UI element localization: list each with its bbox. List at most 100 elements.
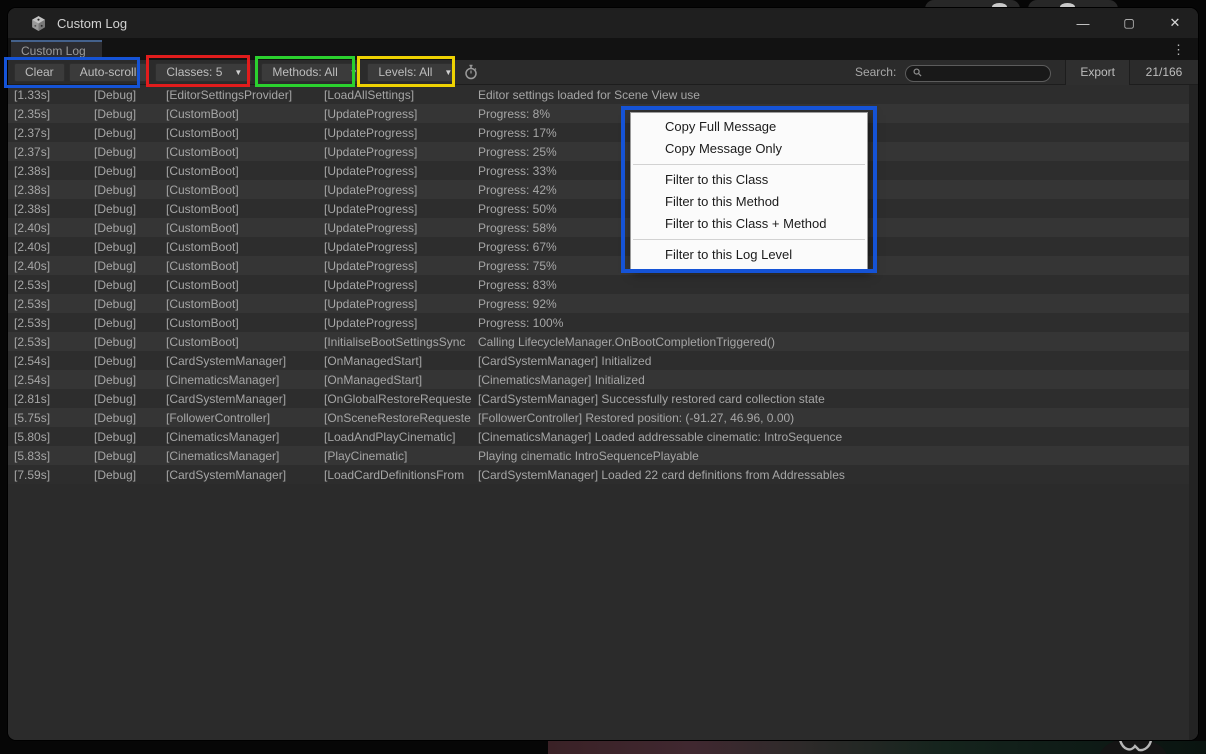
- log-message: [CinematicsManager] Loaded addressable c…: [474, 430, 1189, 444]
- log-class: [FollowerController]: [166, 411, 324, 425]
- search-input[interactable]: [905, 65, 1051, 82]
- search-field-wrap: [905, 64, 1051, 81]
- menu-item-copy-full-message[interactable]: Copy Full Message: [631, 116, 867, 138]
- log-level: [Debug]: [94, 449, 166, 463]
- log-timestamp: [2.35s]: [8, 107, 94, 121]
- title-bar[interactable]: Custom Log — ▢ ✕: [8, 8, 1198, 38]
- menu-item-filter-to-this-log-level[interactable]: Filter to this Log Level: [631, 244, 867, 266]
- overflow-menu-icon[interactable]: ⋮: [1172, 42, 1185, 58]
- log-method: [OnManagedStart]: [324, 354, 474, 368]
- log-method: [UpdateProgress]: [324, 164, 474, 178]
- log-timestamp: [5.75s]: [8, 411, 94, 425]
- log-row[interactable]: [2.40s] [Debug] [CustomBoot] [UpdateProg…: [8, 218, 1189, 237]
- minimize-button[interactable]: —: [1060, 8, 1106, 38]
- maximize-button[interactable]: ▢: [1106, 8, 1152, 38]
- stopwatch-icon[interactable]: [463, 64, 479, 80]
- log-row[interactable]: [2.35s] [Debug] [CustomBoot] [UpdateProg…: [8, 104, 1189, 123]
- menu-item-filter-to-this-class[interactable]: Filter to this Class: [631, 169, 867, 191]
- log-row[interactable]: [2.54s] [Debug] [CardSystemManager] [OnM…: [8, 351, 1189, 370]
- classes-filter-label: Classes: 5: [166, 65, 222, 79]
- log-class: [EditorSettingsProvider]: [166, 88, 324, 102]
- log-row[interactable]: [2.81s] [Debug] [CardSystemManager] [OnG…: [8, 389, 1189, 408]
- close-button[interactable]: ✕: [1152, 8, 1198, 38]
- log-class: [CardSystemManager]: [166, 392, 324, 406]
- menu-separator: [633, 239, 865, 240]
- log-method: [UpdateProgress]: [324, 297, 474, 311]
- tab-custom-log[interactable]: Custom Log: [11, 40, 102, 60]
- methods-filter-dropdown[interactable]: Methods: All ▼: [261, 63, 359, 82]
- search-label: Search:: [855, 65, 896, 79]
- log-row[interactable]: [1.33s] [Debug] [EditorSettingsProvider]…: [8, 85, 1189, 104]
- search-group: Search: Export 21/166: [855, 60, 1198, 85]
- log-row[interactable]: [5.80s] [Debug] [CinematicsManager] [Loa…: [8, 427, 1189, 446]
- log-message: [CardSystemManager] Loaded 22 card defin…: [474, 468, 1189, 482]
- log-timestamp: [2.54s]: [8, 373, 94, 387]
- log-row[interactable]: [5.83s] [Debug] [CinematicsManager] [Pla…: [8, 446, 1189, 465]
- log-level: [Debug]: [94, 145, 166, 159]
- log-level: [Debug]: [94, 411, 166, 425]
- log-row[interactable]: [2.53s] [Debug] [CustomBoot] [UpdateProg…: [8, 313, 1189, 332]
- log-class: [CinematicsManager]: [166, 449, 324, 463]
- log-message: Progress: 100%: [474, 316, 1189, 330]
- log-row[interactable]: [2.38s] [Debug] [CustomBoot] [UpdateProg…: [8, 161, 1189, 180]
- log-class: [CustomBoot]: [166, 297, 324, 311]
- context-menu: Copy Full MessageCopy Message Only Filter…: [630, 112, 868, 270]
- menu-item-filter-to-this-method[interactable]: Filter to this Method: [631, 191, 867, 213]
- log-timestamp: [5.83s]: [8, 449, 94, 463]
- log-class: [CustomBoot]: [166, 335, 324, 349]
- log-row[interactable]: [2.37s] [Debug] [CustomBoot] [UpdateProg…: [8, 142, 1189, 161]
- log-level: [Debug]: [94, 88, 166, 102]
- log-class: [CustomBoot]: [166, 107, 324, 121]
- scrollbar[interactable]: [1189, 85, 1198, 740]
- menu-item-filter-to-this-class-method[interactable]: Filter to this Class + Method: [631, 213, 867, 235]
- log-list[interactable]: [1.33s] [Debug] [EditorSettingsProvider]…: [8, 85, 1189, 740]
- log-level: [Debug]: [94, 316, 166, 330]
- menu-item-copy-message-only[interactable]: Copy Message Only: [631, 138, 867, 160]
- log-level: [Debug]: [94, 354, 166, 368]
- log-level: [Debug]: [94, 221, 166, 235]
- log-class: [CinematicsManager]: [166, 430, 324, 444]
- log-class: [CustomBoot]: [166, 202, 324, 216]
- log-row[interactable]: [2.53s] [Debug] [CustomBoot] [Initialise…: [8, 332, 1189, 351]
- log-class: [CustomBoot]: [166, 316, 324, 330]
- log-timestamp: [2.53s]: [8, 278, 94, 292]
- log-timestamp: [2.37s]: [8, 126, 94, 140]
- log-row[interactable]: [2.38s] [Debug] [CustomBoot] [UpdateProg…: [8, 199, 1189, 218]
- log-method: [LoadAndPlayCinematic]: [324, 430, 474, 444]
- log-row[interactable]: [2.54s] [Debug] [CinematicsManager] [OnM…: [8, 370, 1189, 389]
- levels-filter-dropdown[interactable]: Levels: All ▼: [367, 63, 456, 82]
- log-method: [UpdateProgress]: [324, 126, 474, 140]
- log-timestamp: [2.53s]: [8, 316, 94, 330]
- log-method: [UpdateProgress]: [324, 145, 474, 159]
- log-row[interactable]: [2.53s] [Debug] [CustomBoot] [UpdateProg…: [8, 275, 1189, 294]
- log-level: [Debug]: [94, 373, 166, 387]
- log-message: Progress: 92%: [474, 297, 1189, 311]
- export-button[interactable]: Export: [1065, 60, 1130, 85]
- log-row[interactable]: [5.75s] [Debug] [FollowerController] [On…: [8, 408, 1189, 427]
- log-method: [UpdateProgress]: [324, 316, 474, 330]
- log-level: [Debug]: [94, 202, 166, 216]
- toolbar: Clear Auto-scroll Classes: 5 ▼ Methods: …: [8, 60, 1198, 85]
- log-class: [CustomBoot]: [166, 145, 324, 159]
- log-row[interactable]: [2.38s] [Debug] [CustomBoot] [UpdateProg…: [8, 180, 1189, 199]
- log-method: [UpdateProgress]: [324, 221, 474, 235]
- log-message: Playing cinematic IntroSequencePlayable: [474, 449, 1189, 463]
- log-row[interactable]: [2.37s] [Debug] [CustomBoot] [UpdateProg…: [8, 123, 1189, 142]
- log-level: [Debug]: [94, 240, 166, 254]
- log-level: [Debug]: [94, 468, 166, 482]
- log-method: [UpdateProgress]: [324, 183, 474, 197]
- log-level: [Debug]: [94, 183, 166, 197]
- log-method: [LoadAllSettings]: [324, 88, 474, 102]
- classes-filter-dropdown[interactable]: Classes: 5 ▼: [155, 63, 252, 82]
- log-level: [Debug]: [94, 107, 166, 121]
- log-row[interactable]: [2.53s] [Debug] [CustomBoot] [UpdateProg…: [8, 294, 1189, 313]
- autoscroll-button[interactable]: Auto-scroll: [69, 63, 148, 82]
- log-level: [Debug]: [94, 259, 166, 273]
- log-method: [PlayCinematic]: [324, 449, 474, 463]
- log-class: [CustomBoot]: [166, 240, 324, 254]
- clear-button[interactable]: Clear: [14, 63, 65, 82]
- log-row[interactable]: [2.40s] [Debug] [CustomBoot] [UpdateProg…: [8, 256, 1189, 275]
- log-row[interactable]: [2.40s] [Debug] [CustomBoot] [UpdateProg…: [8, 237, 1189, 256]
- log-row[interactable]: [7.59s] [Debug] [CardSystemManager] [Loa…: [8, 465, 1189, 484]
- log-class: [CustomBoot]: [166, 221, 324, 235]
